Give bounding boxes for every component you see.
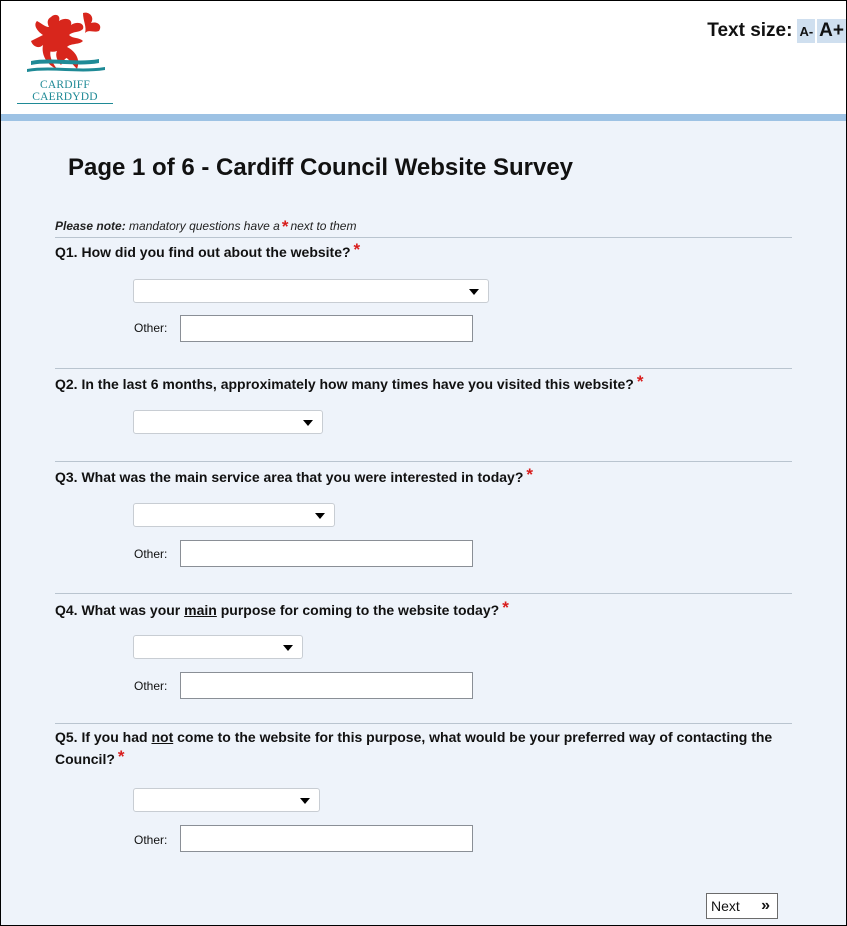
logo-text-english: CARDIFF	[40, 79, 90, 91]
divider	[55, 368, 792, 369]
required-star-icon: *	[636, 372, 644, 391]
question-text: Q1. How did you find out about the websi…	[55, 244, 351, 260]
required-star-icon: *	[353, 240, 361, 259]
dropdown-arrow-icon	[300, 798, 310, 804]
question-text: Q3. What was the main service area that …	[55, 469, 524, 485]
q5-select[interactable]	[133, 788, 320, 812]
q4-other-label: Other:	[134, 679, 168, 693]
welsh-dragon-icon	[27, 12, 105, 72]
question-text: Q2. In the last 6 months, approximately …	[55, 376, 634, 392]
divider	[55, 237, 792, 238]
question-emphasis: not	[151, 729, 174, 745]
divider	[55, 461, 792, 462]
page-title: Page 1 of 6 - Cardiff Council Website Su…	[68, 154, 574, 181]
cardiff-council-logo[interactable]: CARDIFF CAERDYDD	[17, 11, 113, 109]
note-middle: mandatory questions have a	[129, 219, 280, 233]
dropdown-arrow-icon	[283, 645, 293, 651]
q2-select[interactable]	[133, 410, 323, 434]
page-header: CARDIFF CAERDYDD Text size: A- A+	[1, 1, 846, 114]
text-size-controls: Text size: A- A+	[707, 19, 846, 43]
q5-other-input[interactable]	[180, 825, 473, 852]
q1-select[interactable]	[133, 279, 489, 303]
note-suffix: next to them	[290, 219, 357, 233]
text-size-label: Text size:	[707, 20, 793, 41]
question-4: Q4. What was your main purpose for comin…	[55, 598, 795, 621]
mandatory-note: Please note: mandatory questions have a *…	[55, 215, 357, 236]
divider	[55, 723, 792, 724]
q1-other-label: Other:	[134, 321, 168, 335]
question-emphasis: main	[184, 602, 217, 618]
required-star-icon: *	[526, 465, 533, 484]
q1-other-input[interactable]	[180, 315, 473, 342]
q5-other-label: Other:	[134, 833, 168, 847]
text-size-increase-button[interactable]: A+	[817, 19, 846, 43]
question-text-start: Q4. What was your	[55, 602, 181, 618]
question-text-start: Q5. If you had	[55, 729, 148, 745]
q3-other-label: Other:	[134, 547, 168, 561]
question-3: Q3. What was the main service area that …	[55, 465, 795, 488]
next-label: Next	[711, 898, 740, 914]
required-star-icon: *	[117, 747, 125, 766]
divider	[55, 593, 792, 594]
note-prefix: Please note:	[55, 219, 126, 233]
q4-other-input[interactable]	[180, 672, 473, 699]
question-text-end: purpose for coming to the website today?	[220, 602, 500, 618]
survey-window: CARDIFF CAERDYDD Text size: A- A+ Page 1…	[0, 0, 847, 926]
dropdown-arrow-icon	[315, 513, 325, 519]
required-star-icon: *	[281, 217, 289, 236]
dropdown-arrow-icon	[303, 420, 313, 426]
q4-select[interactable]	[133, 635, 303, 659]
q3-other-input[interactable]	[180, 540, 473, 567]
logo-text-welsh: CAERDYDD	[17, 91, 113, 104]
question-2: Q2. In the last 6 months, approximately …	[55, 372, 795, 395]
dropdown-arrow-icon	[469, 289, 479, 295]
chevron-right-icon: »	[761, 897, 770, 914]
question-1: Q1. How did you find out about the websi…	[55, 240, 795, 263]
next-button[interactable]: Next »	[706, 893, 778, 919]
q3-select[interactable]	[133, 503, 335, 527]
text-size-decrease-button[interactable]: A-	[797, 19, 816, 43]
header-divider	[1, 114, 846, 121]
question-5: Q5. If you had not come to the website f…	[55, 726, 785, 770]
required-star-icon: *	[502, 598, 509, 617]
